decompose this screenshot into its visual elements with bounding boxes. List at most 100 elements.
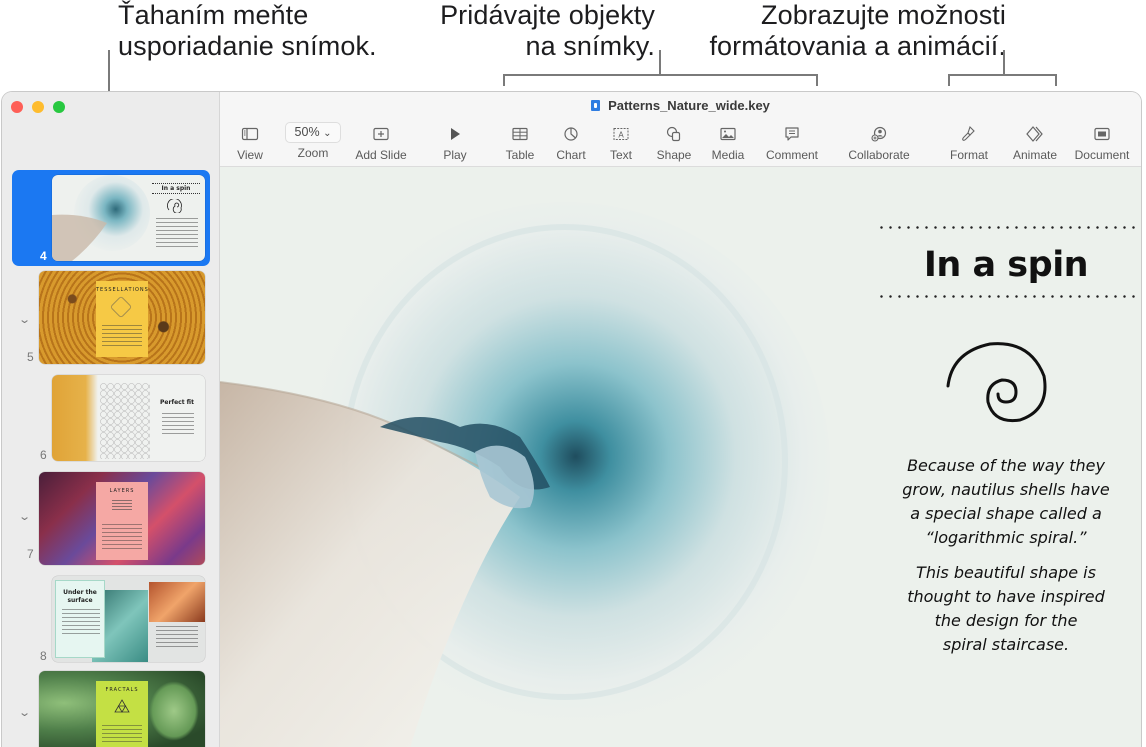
callout-line: na snímky.	[525, 31, 655, 61]
text-line: “logarithmic spiral.”	[925, 528, 1087, 547]
chevron-down-icon: ⌄	[323, 128, 332, 139]
leader-line	[948, 74, 950, 86]
close-button[interactable]	[11, 101, 23, 113]
svg-text:A: A	[618, 131, 624, 140]
animate-label: Animate	[1012, 148, 1058, 162]
format-button[interactable]: Format	[946, 124, 992, 162]
leader-line	[659, 50, 661, 75]
slide-thumbnail-9[interactable]: FRACTALS	[39, 671, 205, 747]
document-icon	[1094, 127, 1110, 141]
thumb-card: LAYERS	[96, 482, 148, 560]
callout-line: usporiadanie snímok.	[118, 31, 377, 61]
leader-line	[503, 74, 505, 86]
animate-button[interactable]: Animate	[1010, 124, 1060, 162]
media-label: Media	[711, 148, 745, 162]
callout-line: Pridávajte objekty	[440, 0, 655, 30]
play-icon	[451, 128, 460, 140]
hexagon-pattern	[100, 383, 150, 459]
keynote-screenshot: Ťahaním meňte usporiadanie snímok. Pridá…	[0, 0, 1146, 747]
slide-thumbnail-7[interactable]: LAYERS	[39, 472, 205, 565]
slide-thumbnail-6[interactable]: Perfect fit	[52, 375, 205, 461]
spiral-icon	[946, 342, 1047, 423]
callout-reorder-slides: Ťahaním meňte usporiadanie snímok.	[118, 0, 377, 62]
table-icon	[512, 127, 528, 141]
thumb-body-text	[156, 626, 198, 650]
text-label: Text	[609, 148, 632, 162]
slide-thumbnail-4[interactable]: 4 In a spin	[12, 170, 210, 266]
text-line: This beautiful shape is	[916, 563, 1096, 582]
comment-button[interactable]: Comment	[762, 124, 822, 162]
play-button[interactable]: Play	[438, 124, 472, 162]
thumb-body-text	[102, 524, 142, 552]
collapse-chevron-icon[interactable]: ⌄	[18, 510, 31, 523]
toolbar: Patterns_Nature_wide.key View 50% ⌄ Zoom…	[220, 92, 1141, 167]
thumb-title: FRACTALS	[105, 687, 139, 693]
thumb-body-text	[102, 725, 142, 745]
thumb-body-text	[162, 413, 194, 435]
fern-image	[149, 681, 199, 741]
chart-button[interactable]: Chart	[553, 124, 589, 162]
callout-line: formátovania a animácií.	[709, 31, 1006, 61]
leader-line	[503, 74, 818, 76]
wave-icon	[112, 500, 132, 510]
slide-body-paragraph-2[interactable]: This beautiful shape is thought to have …	[870, 561, 1141, 657]
text-box-icon: A	[613, 128, 629, 140]
media-button[interactable]: Media	[708, 124, 748, 162]
callout-line: Zobrazujte možnosti	[760, 0, 1006, 30]
minimize-button[interactable]	[32, 101, 44, 113]
zoom-select[interactable]: 50% ⌄	[285, 122, 341, 143]
slide-body-paragraph-1[interactable]: Because of the way they grow, nautilus s…	[870, 454, 1141, 550]
shape-label: Shape	[656, 148, 692, 162]
callout-line: Ťahaním meňte	[118, 0, 309, 30]
collaborate-button[interactable]: Collaborate	[844, 124, 914, 162]
leader-line	[1055, 74, 1057, 86]
comment-label: Comment	[765, 148, 818, 162]
table-button[interactable]: Table	[502, 124, 538, 162]
document-title: Patterns_Nature_wide.key	[220, 98, 1141, 113]
spiral-thumbnail-icon	[167, 199, 182, 213]
thumb-card: FRACTALS	[96, 681, 148, 747]
thumb-title: TESSELLATIONS	[96, 287, 149, 293]
slide-navigator[interactable]: 4 In a spin ⌄ 5 TESSELLATIONS 6 Perfect …	[2, 92, 220, 747]
format-label: Format	[949, 148, 988, 162]
shape-icon	[666, 126, 681, 142]
slide-text-panel: In a spin Because of the way they grow, …	[870, 167, 1141, 747]
text-button[interactable]: A Text	[606, 124, 636, 162]
slide-number: 8	[40, 649, 47, 663]
keynote-file-icon	[591, 100, 601, 111]
thumb-card: Under the surface	[55, 580, 105, 658]
play-label: Play	[443, 148, 467, 162]
chart-label: Chart	[556, 148, 586, 162]
leader-line	[816, 74, 818, 86]
document-label: Document	[1074, 148, 1130, 162]
add-slide-button[interactable]: Add Slide	[353, 124, 409, 162]
hexagon-icon	[109, 295, 133, 319]
view-button[interactable]: View	[232, 124, 268, 162]
collapse-chevron-icon[interactable]: ⌄	[18, 706, 31, 719]
zoom-label: Zoom	[297, 146, 329, 160]
table-label: Table	[505, 148, 535, 162]
collapse-chevron-icon[interactable]: ⌄	[18, 313, 31, 326]
dotted-rule	[877, 226, 1141, 229]
comment-icon	[785, 127, 799, 141]
slide-canvas[interactable]: In a spin Because of the way they grow, …	[220, 167, 1141, 747]
zoom-control[interactable]: 50% ⌄ Zoom	[283, 122, 343, 160]
callout-add-objects: Pridávajte objekty na snímky.	[400, 0, 655, 62]
zoom-value: 50%	[294, 125, 320, 139]
slide-thumbnail-8[interactable]: Under the surface	[52, 576, 205, 662]
document-button[interactable]: Document	[1072, 124, 1132, 162]
thumb-title: Perfect fit	[160, 399, 194, 406]
text-line: Because of the way they	[907, 456, 1105, 475]
paintbrush-icon	[962, 125, 975, 141]
text-line: the design for the	[934, 611, 1078, 630]
text-line: a special shape called a	[910, 504, 1102, 523]
view-label: View	[237, 148, 263, 162]
thumb-title: In a spin	[152, 183, 200, 194]
slide-number: 7	[27, 547, 34, 561]
thumb-body-text	[102, 325, 142, 347]
shape-button[interactable]: Shape	[654, 124, 694, 162]
slide-thumbnail-5[interactable]: TESSELLATIONS	[39, 271, 205, 364]
slide-title[interactable]: In a spin	[870, 245, 1141, 285]
fullscreen-button[interactable]	[53, 101, 65, 113]
canyon-image	[149, 582, 205, 622]
